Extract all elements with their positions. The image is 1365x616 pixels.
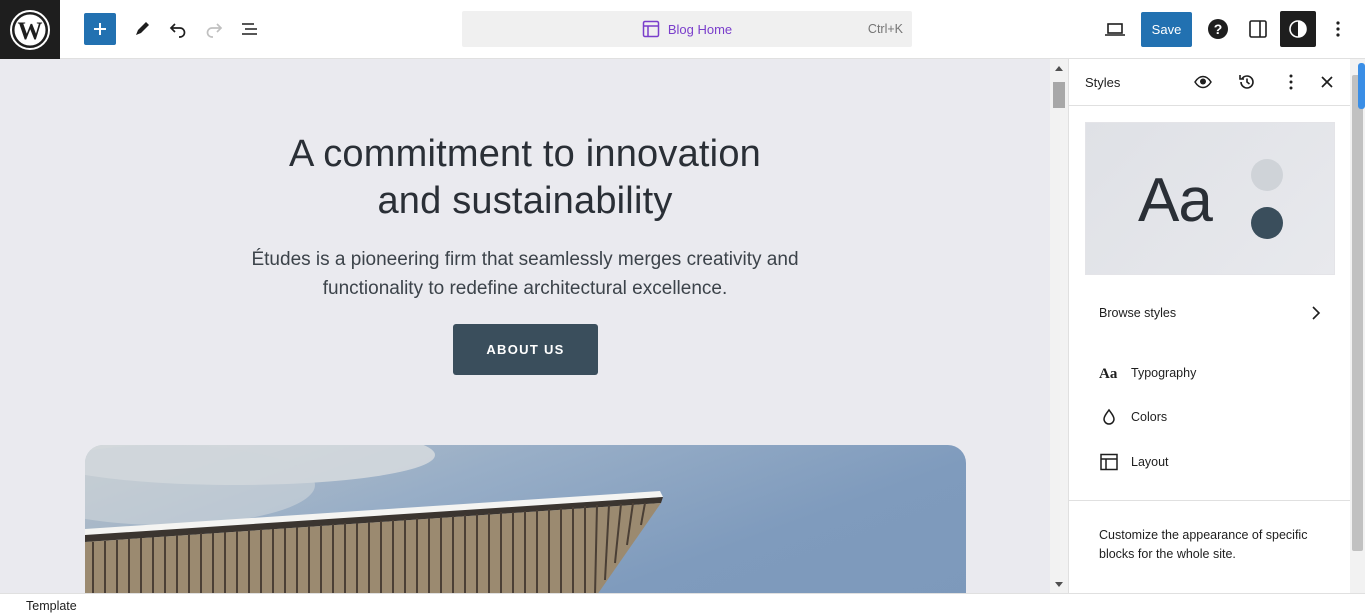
svg-text:?: ? (1214, 21, 1223, 37)
sidebar-item-label: Colors (1131, 410, 1168, 424)
contrast-icon (1289, 20, 1307, 38)
hero-heading-line-2: and sustainability (377, 180, 673, 222)
revisions-button[interactable] (1235, 70, 1259, 94)
undo-icon (169, 23, 186, 38)
device-preview-button[interactable] (1099, 13, 1131, 45)
style-preview-card[interactable]: Aa (1085, 122, 1335, 275)
breadcrumb-template[interactable]: Template (26, 599, 77, 613)
hero-paragraph-line-2: functionality to redefine architectural … (322, 278, 728, 299)
wordpress-logo-icon: W (10, 9, 50, 50)
sidebar-item-label: Typography (1131, 366, 1197, 380)
layout-icon (1099, 452, 1119, 472)
chevron-right-icon (1312, 306, 1321, 320)
about-us-button[interactable]: ABOUT US (453, 324, 598, 375)
browse-styles-label: Browse styles (1099, 306, 1177, 320)
more-vertical-icon (1289, 74, 1293, 90)
history-icon (1239, 75, 1254, 89)
sidebar-scrollbar[interactable] (1350, 59, 1365, 593)
hero-paragraph-line-1: Études is a pioneering firm that seamles… (251, 249, 799, 270)
sidebar-item-layout[interactable]: Layout (1085, 444, 1335, 480)
preview-color-swatch-dark (1251, 207, 1283, 239)
sidebar-scroll-thumb[interactable] (1352, 75, 1363, 551)
sidebar-icon (1249, 20, 1267, 38)
help-icon: ? (1208, 19, 1228, 39)
svg-text:Aa: Aa (1099, 366, 1118, 382)
document-overview-button[interactable] (234, 13, 266, 45)
styles-sidebar: Styles Aa Browse styles Aa Typography Co… (1068, 59, 1351, 593)
list-view-icon (242, 23, 257, 35)
redo-icon (206, 23, 223, 38)
editor-canvas[interactable]: A commitment to innovation and sustainab… (0, 59, 1050, 593)
sidebar-title: Styles (1085, 75, 1121, 90)
preview-color-swatch-light (1251, 159, 1283, 191)
keyboard-shortcut: Ctrl+K (867, 22, 903, 36)
svg-text:W: W (18, 18, 43, 45)
save-button[interactable]: Save (1141, 12, 1192, 47)
blocks-description: Customize the appearance of specific blo… (1099, 528, 1308, 561)
scroll-up-arrow-icon[interactable] (1055, 66, 1063, 71)
add-block-button[interactable] (84, 13, 116, 45)
editor-top-bar: W Blog Home Ctrl+K Save ? (0, 0, 1365, 59)
pencil-icon (136, 22, 149, 35)
close-sidebar-button[interactable] (1315, 70, 1339, 94)
more-vertical-icon (1336, 21, 1340, 37)
style-book-button[interactable] (1191, 70, 1215, 94)
sidebar-item-typography[interactable]: Aa Typography (1085, 355, 1335, 391)
template-title: Blog Home (642, 20, 732, 38)
browse-styles-button[interactable]: Browse styles (1085, 297, 1335, 329)
styles-sidebar-header: Styles (1069, 59, 1351, 106)
preview-typography-sample: Aa (1138, 166, 1213, 235)
sidebar-divider (1069, 500, 1351, 501)
template-title-label: Blog Home (667, 21, 733, 37)
sidebar-item-label: Layout (1131, 455, 1169, 469)
hero-paragraph[interactable]: Études is a pioneering firm that seamles… (0, 245, 1050, 303)
eye-icon (1194, 75, 1212, 89)
canvas-scrollbar[interactable] (1050, 59, 1068, 593)
typography-icon: Aa (1099, 363, 1119, 383)
wordpress-logo-button[interactable]: W (0, 0, 60, 59)
building-roof-graphic (85, 445, 663, 593)
edit-tools-button[interactable] (126, 13, 158, 45)
hero-building-image[interactable] (85, 445, 966, 593)
help-button[interactable]: ? (1202, 13, 1234, 45)
styles-button[interactable] (1280, 11, 1316, 47)
canvas-scroll-thumb[interactable] (1053, 82, 1065, 108)
styles-more-button[interactable] (1279, 70, 1303, 94)
desktop-view-icon (1105, 23, 1125, 36)
options-button[interactable] (1322, 13, 1354, 45)
hero-heading-line-1: A commitment to innovation (289, 133, 761, 175)
plus-icon (94, 23, 106, 35)
close-icon (1321, 76, 1333, 88)
editor-footer: Template (0, 593, 1365, 616)
scroll-accent-indicator (1358, 63, 1365, 109)
settings-sidebar-button[interactable] (1242, 13, 1274, 45)
sidebar-item-colors[interactable]: Colors (1085, 399, 1335, 435)
hero-heading[interactable]: A commitment to innovation and sustainab… (0, 131, 1050, 225)
scroll-down-arrow-icon[interactable] (1055, 582, 1063, 587)
redo-button[interactable] (198, 13, 230, 45)
command-palette-bar[interactable]: Blog Home Ctrl+K (462, 11, 912, 47)
template-layout-icon (642, 20, 660, 38)
droplet-icon (1099, 407, 1119, 427)
undo-button[interactable] (162, 13, 194, 45)
